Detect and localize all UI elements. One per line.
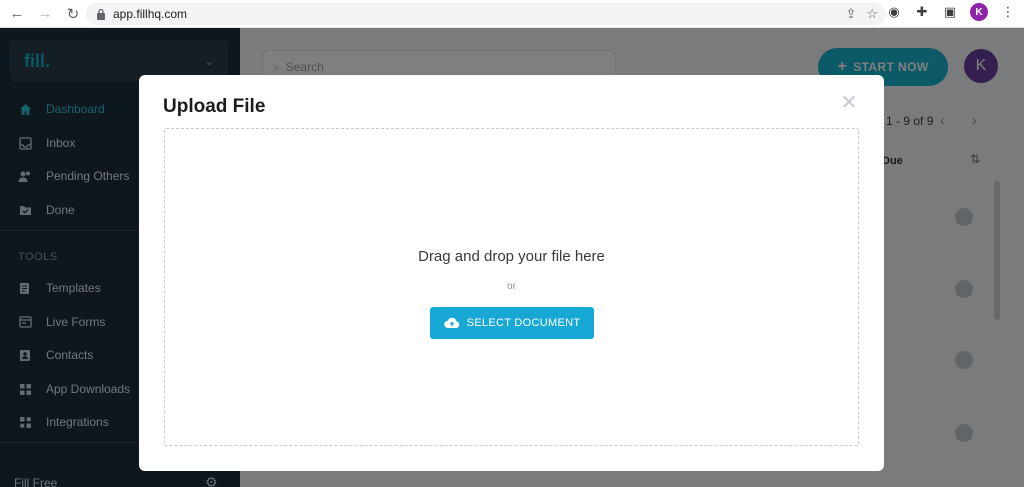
extensions-puzzle-icon[interactable]: ✚ xyxy=(914,4,930,20)
address-bar[interactable]: app.fillhq.com ⇪ ☆ xyxy=(86,3,886,25)
cloud-upload-icon xyxy=(443,317,459,329)
side-panel-icon[interactable]: ▣ xyxy=(942,4,958,20)
back-icon[interactable]: ← xyxy=(6,3,28,25)
select-document-label: SELECT DOCUMENT xyxy=(466,317,581,329)
forward-icon[interactable]: → xyxy=(34,3,56,25)
lock-icon xyxy=(97,8,105,20)
browser-toolbar: ← → ↻ app.fillhq.com ⇪ ☆ ◉ ✚ ▣ K ⋮ xyxy=(0,0,1024,28)
share-icon[interactable]: ⇪ xyxy=(845,6,856,22)
close-icon[interactable]: ✕ xyxy=(840,92,858,114)
menu-kebab-icon[interactable]: ⋮ xyxy=(1000,4,1016,20)
upload-file-dialog: Upload File ✕ Drag and drop your file he… xyxy=(139,75,884,471)
bookmark-star-icon[interactable]: ☆ xyxy=(866,6,878,22)
camera-icon[interactable]: ◉ xyxy=(886,4,902,20)
url-text: app.fillhq.com xyxy=(113,7,188,21)
reload-icon[interactable]: ↻ xyxy=(62,3,84,25)
drop-instruction: Drag and drop your file here xyxy=(418,248,605,265)
file-dropzone[interactable]: Drag and drop your file here or SELECT D… xyxy=(164,128,859,446)
profile-avatar[interactable]: K xyxy=(970,3,988,21)
dialog-title: Upload File xyxy=(163,96,266,117)
or-separator: or xyxy=(507,281,516,292)
select-document-button[interactable]: SELECT DOCUMENT xyxy=(430,307,594,339)
